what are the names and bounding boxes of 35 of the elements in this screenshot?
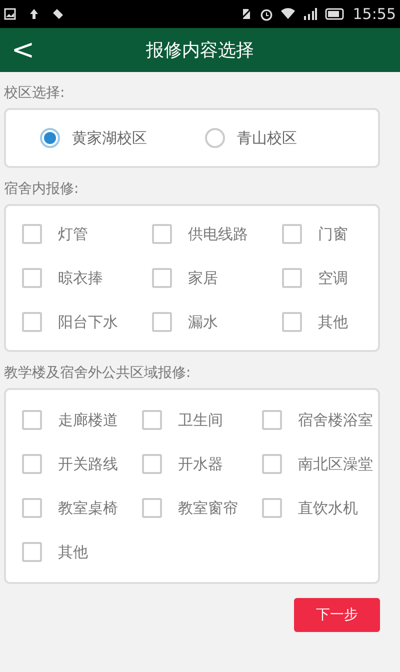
repair-checkbox[interactable]: 其他 [22,530,142,574]
repair-checkbox[interactable]: 其他 [282,300,392,344]
repair-checkbox[interactable]: 宿舍楼浴室 [262,398,382,442]
section-label: 校区选择: [3,84,66,103]
section-label: 教学楼及宿舍外公共区域报修: [3,364,192,383]
repair-checkbox[interactable]: 卫生间 [142,398,262,442]
section-label: 宿舍内报修: [3,180,80,199]
repair-checkbox[interactable]: 家居 [152,256,282,300]
campus-radio[interactable]: 青山校区 [205,126,297,150]
repair-checkbox[interactable]: 门窗 [282,212,392,256]
wifi-icon [280,8,295,20]
repair-checkbox[interactable]: 南北区澡堂 [262,442,382,486]
campus-radio[interactable]: 黄家湖校区 [40,126,147,150]
repair-checkbox[interactable]: 漏水 [152,300,282,344]
alarm-icon [260,8,273,20]
repair-checkbox[interactable]: 晾衣捧 [22,256,152,300]
repair-checkbox[interactable]: 供电线路 [152,212,282,256]
repair-checkbox[interactable]: 教室窗帘 [142,486,262,530]
repair-checkbox[interactable]: 开关路线 [22,442,142,486]
repair-checkbox[interactable]: 直饮水机 [262,486,382,530]
repair-checkbox[interactable]: 阳台下水 [22,300,152,344]
repair-checkbox[interactable]: 开水器 [142,442,262,486]
repair-checkbox[interactable]: 灯管 [22,212,152,256]
repair-checkbox[interactable]: 空调 [282,256,392,300]
back-button[interactable]: < [8,36,38,64]
repair-checkbox[interactable]: 走廊楼道 [22,398,142,442]
signal-icon [302,8,317,20]
page-title: 报修内容选择 [145,38,255,62]
battery-icon [324,8,345,20]
repair-checkbox[interactable]: 教室桌椅 [22,486,142,530]
upload-icon [28,8,40,20]
tag-icon [52,8,64,20]
next-button[interactable]: 下一步 [294,598,380,632]
clock-time: 15:55 [352,4,396,25]
image-icon [4,8,16,20]
